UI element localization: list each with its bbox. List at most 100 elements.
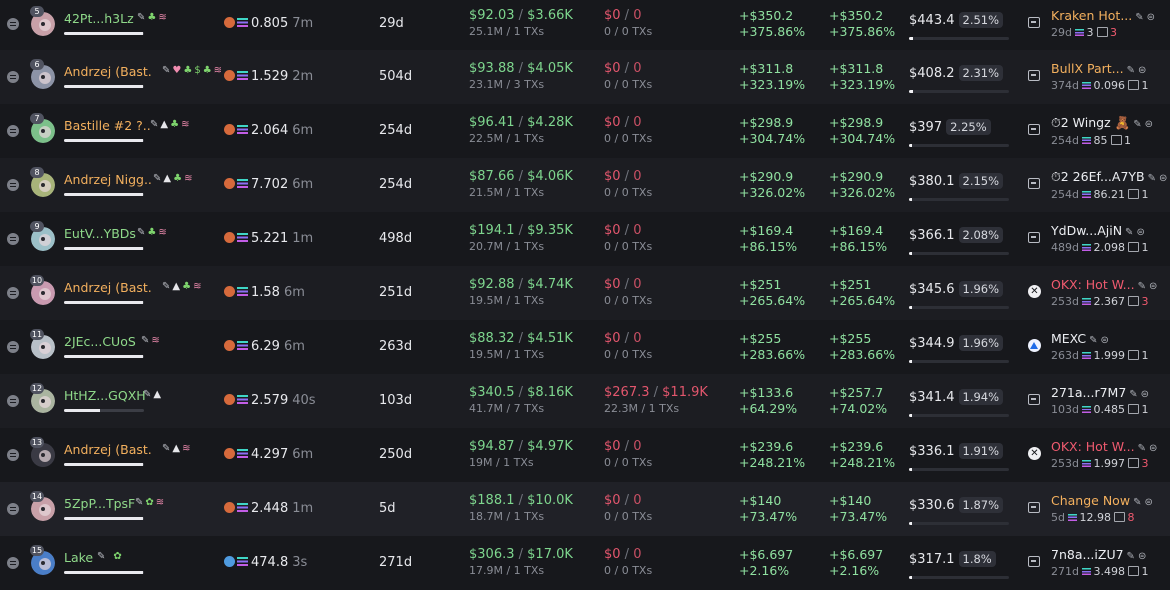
mexc-icon[interactable] [1028, 339, 1041, 352]
holder-row[interactable]: 9 EutV...YBDs ✎ ♣ ≋ 5.221 1m 498d $194.1 / $9.35… [0, 212, 1170, 266]
funding-source-icon[interactable] [1028, 232, 1040, 243]
wallet-name[interactable]: HtHZ...GQXH [64, 388, 146, 403]
funding-cell[interactable]: OKX: Hot W... ✎ ⊜ 253d 2.367 3 [1051, 277, 1170, 308]
funding-name[interactable]: Kraken Hot... [1051, 8, 1132, 23]
funding-cell[interactable]: 7n8a...iZU7 ✎ ⊜ 271d 3.498 1 [1051, 547, 1170, 578]
copy-icon[interactable]: ⊜ [1138, 551, 1146, 562]
funding-name[interactable]: ⏱2 Wingz 🧸 [1051, 115, 1130, 130]
edit-icon[interactable]: ✎ [1138, 443, 1146, 454]
funding-name[interactable]: OKX: Hot W... [1051, 439, 1135, 454]
funding-name[interactable]: MEXC [1051, 331, 1086, 346]
edit-icon[interactable]: ✎ [1135, 12, 1143, 23]
edit-icon[interactable]: ✎ [1138, 281, 1146, 292]
copy-icon[interactable]: ⊜ [1149, 281, 1157, 292]
funding-source-icon[interactable] [1028, 70, 1040, 81]
holder-row[interactable]: 14 5ZpP...TpsF ✎ ✿ ≋ 2.448 1m 5d $188.1 / $10.0K… [0, 482, 1170, 536]
sold-usd: $0 [604, 223, 621, 238]
holder-row[interactable]: 5 42Pt...h3Lz ✎ ♣ ≋ 0.805 7m 29d $92.03 / $3.66K… [0, 0, 1170, 50]
funding-cell[interactable]: 271a...r7M7 ✎ ⊜ 103d 0.485 1 [1051, 385, 1170, 416]
edit-icon[interactable]: ✎ [1127, 65, 1135, 76]
bought-cell: $188.1 / $10.0K 18.7M / 1 TXs [469, 493, 573, 523]
wallet-name[interactable]: 5ZpP...TpsF [64, 496, 135, 511]
wallet-name[interactable]: 42Pt...h3Lz [64, 11, 134, 26]
funding-name[interactable]: YdDw...AjiN [1051, 223, 1122, 238]
funding-tx: 1 [1141, 79, 1149, 92]
holder-row[interactable]: 10 Andrzej (Bast... ✎ ▲ ♣ ≋ 1.58 6m 251d $92.88 /… [0, 266, 1170, 320]
wallet-name[interactable]: EutV...YBDs [64, 226, 136, 241]
holding-bar-fill [64, 463, 144, 466]
wallet-name[interactable]: Andrzej Nigg... [64, 172, 152, 187]
funding-cell[interactable]: YdDw...AjiN ✎ ⊜ 489d 2.098 1 [1051, 223, 1170, 254]
wallet-name[interactable]: Bastille #2 ?... [64, 118, 152, 133]
remaining-bar-fill [909, 144, 913, 147]
row-menu-icon[interactable] [7, 341, 19, 353]
wallet-tags: ✎ ≋ [141, 335, 162, 346]
funding-source-icon[interactable] [1028, 178, 1040, 189]
row-menu-icon[interactable] [7, 557, 19, 569]
funding-cell[interactable]: MEXC ✎ ⊜ 263d 1.999 1 [1051, 331, 1170, 362]
holder-row[interactable]: 7 Bastille #2 ?... ✎ ▲ ♣ ≋ 2.064 6m 254d $96.41 /… [0, 104, 1170, 158]
okx-icon[interactable]: ✕ [1028, 447, 1041, 460]
edit-icon[interactable]: ✎ [1133, 119, 1141, 130]
row-menu-icon[interactable] [7, 233, 19, 245]
funding-name[interactable]: 271a...r7M7 [1051, 385, 1126, 400]
funding-name[interactable]: OKX: Hot W... [1051, 277, 1135, 292]
edit-icon[interactable]: ✎ [1089, 335, 1097, 346]
funding-cell[interactable]: ⏱2 26Ef...A7YB ✎ ⊜ 254d 86.21 1 [1051, 169, 1170, 201]
edit-icon[interactable]: ✎ [1148, 173, 1156, 184]
wallet-name[interactable]: 2JEc...CUoS [64, 334, 136, 349]
row-menu-icon[interactable] [7, 449, 19, 461]
copy-icon[interactable]: ⊜ [1149, 443, 1157, 454]
funding-cell[interactable]: BullX Part... ✎ ⊜ 374d 0.096 1 [1051, 61, 1170, 92]
remaining-bar-fill [909, 37, 913, 40]
pnl-usd: +$350.2 [829, 8, 884, 23]
row-menu-icon[interactable] [7, 18, 19, 30]
row-menu-icon[interactable] [7, 287, 19, 299]
funding-source-icon[interactable] [1028, 394, 1040, 405]
funding-cell[interactable]: Kraken Hot... ✎ ⊜ 29d 3 3 [1051, 8, 1170, 39]
holder-row[interactable]: 8 Andrzej Nigg... ✎ ▲ ♣ ≋ 7.702 6m 254d $87.66 / … [0, 158, 1170, 212]
funding-source-icon[interactable] [1028, 124, 1040, 135]
row-menu-icon[interactable] [7, 503, 19, 515]
copy-icon[interactable]: ⊜ [1147, 12, 1155, 23]
copy-icon[interactable]: ⊜ [1145, 119, 1153, 130]
row-menu-icon[interactable] [7, 71, 19, 83]
holder-row[interactable]: 6 Andrzej (Bast... ✎ ♥ ♣ $ ♣ ≋ 1.529 2m 504d $93.88… [0, 50, 1170, 104]
copy-icon[interactable]: ⊜ [1136, 227, 1144, 238]
funding-cell[interactable]: OKX: Hot W... ✎ ⊜ 253d 1.997 3 [1051, 439, 1170, 470]
funding-name[interactable]: ⏱2 26Ef...A7YB [1051, 169, 1145, 184]
remaining-bar-fill [909, 360, 913, 363]
copy-icon[interactable]: ⊜ [1138, 65, 1146, 76]
edit-icon[interactable]: ✎ [1125, 227, 1133, 238]
edit-icon[interactable]: ✎ [1129, 389, 1137, 400]
token-coin-icon [224, 124, 235, 135]
funding-cell[interactable]: ⏱2 Wingz 🧸 ✎ ⊜ 254d 85 1 [1051, 115, 1170, 147]
copy-icon[interactable]: ⊜ [1141, 389, 1149, 400]
wallet-name[interactable]: Andrzej (Bast... [64, 280, 152, 295]
funding-name[interactable]: BullX Part... [1051, 61, 1124, 76]
row-menu-icon[interactable] [7, 395, 19, 407]
wallet-name[interactable]: Andrzej (Bast... [64, 442, 152, 457]
edit-icon[interactable]: ✎ [1127, 551, 1135, 562]
holder-row[interactable]: 13 Andrzej (Bast... ✎ ▲ ≋ 4.297 6m 250d $94.87 /… [0, 428, 1170, 482]
bought-usd: $94.87 [469, 439, 515, 454]
funding-source-icon[interactable] [1028, 502, 1040, 513]
funding-source-icon[interactable] [1028, 17, 1040, 28]
holder-row[interactable]: 11 2JEc...CUoS ✎ ≋ 6.29 6m 263d $88.32 / $4.51K… [0, 320, 1170, 374]
copy-icon[interactable]: ⊜ [1144, 497, 1152, 508]
holding-bar-fill [64, 193, 144, 196]
funding-cell[interactable]: Change Now ✎ ⊜ 5d 12.98 8 [1051, 493, 1170, 524]
last-activity: 40s [292, 393, 316, 408]
copy-icon[interactable]: ⊜ [1100, 335, 1108, 346]
funding-source-icon[interactable] [1028, 556, 1040, 567]
funding-name[interactable]: Change Now [1051, 493, 1130, 508]
row-menu-icon[interactable] [7, 179, 19, 191]
copy-icon[interactable]: ⊜ [1159, 173, 1167, 184]
funding-name[interactable]: 7n8a...iZU7 [1051, 547, 1124, 562]
okx-icon[interactable]: ✕ [1028, 285, 1041, 298]
row-menu-icon[interactable] [7, 125, 19, 137]
wallet-name[interactable]: Andrzej (Bast... [64, 64, 152, 79]
wallet-name[interactable]: Lake [64, 550, 93, 565]
holder-row[interactable]: 12 HtHZ...GQXH ✎ ▲ 2.579 40s 103d $340.5 / $8.1… [0, 374, 1170, 428]
edit-icon[interactable]: ✎ [1133, 497, 1141, 508]
